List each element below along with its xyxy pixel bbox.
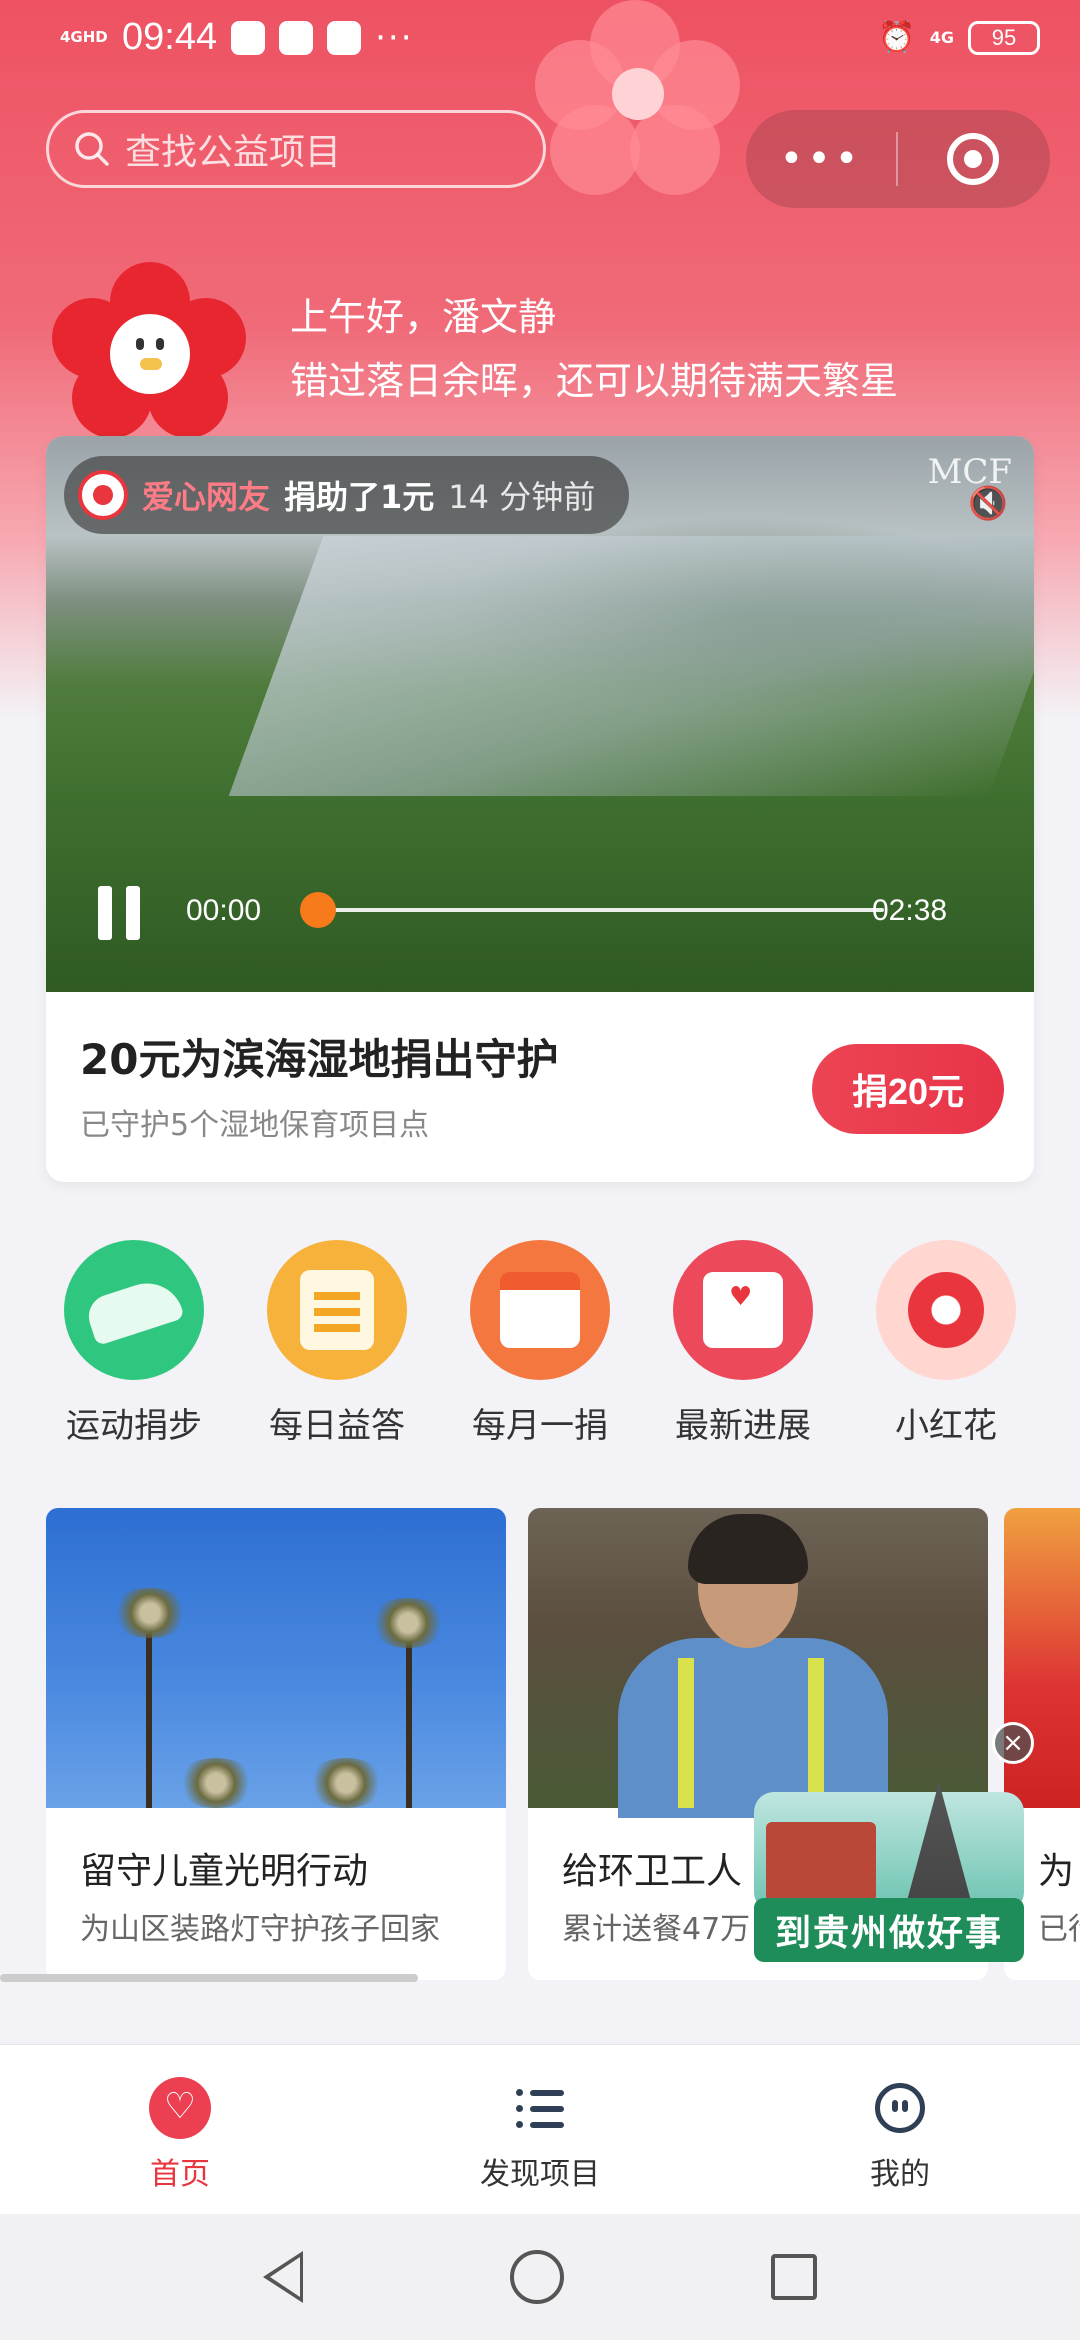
wetland-video[interactable]: 爱心网友 捐助了1元 14 分钟前 MCF 🔇 00:00 02:38 [46, 436, 1034, 992]
home-icon[interactable] [509, 2250, 564, 2304]
tab-discover-label: 发现项目 [480, 2157, 600, 2192]
battery-icon: 95 [968, 20, 1040, 55]
video-progress-handle[interactable] [300, 892, 336, 928]
shoe-icon [64, 1240, 204, 1380]
video-current-time: 00:00 [186, 894, 262, 927]
quick-entry-label: 最新进展 [675, 1406, 811, 1446]
mascot-flower-icon [48, 262, 248, 442]
donation-ticker: 爱心网友 捐助了1元 14 分钟前 [64, 456, 630, 534]
carousel-scroll-indicator [0, 1974, 418, 1982]
signal-4g-icon: 4G [929, 27, 954, 47]
tab-discover[interactable]: 发现项目 [360, 2045, 720, 2214]
donate-button[interactable]: 捐20元 [812, 1044, 1004, 1134]
close-icon[interactable]: × [992, 1722, 1034, 1764]
project-image [46, 1508, 506, 1808]
project-card-subtitle: 累计送餐47万 [562, 1912, 751, 1947]
mute-icon[interactable]: 🔇 [968, 484, 1008, 524]
guizhou-promo-banner[interactable]: 到贵州做好事 × [754, 1722, 1034, 1972]
donor-name: 爱心网友 [142, 478, 271, 516]
search-input[interactable]: 查找公益项目 [46, 110, 546, 188]
tab-home[interactable]: ♡ 首页 [0, 2045, 360, 2214]
guizhou-scene-image [754, 1782, 1024, 1912]
quick-entry-red-flower[interactable]: 小红花 [858, 1240, 1034, 1447]
project-title: 20元为滨海湿地捐出守护 [80, 1035, 559, 1084]
donor-time: 14 分钟前 [448, 478, 596, 516]
status-bar: 4GHD 09:44 ··· ⏰ 4G 95 [0, 0, 1080, 86]
greeting-title: 上午好，潘文静 [290, 295, 557, 339]
project-card-subtitle: 已行 [1038, 1912, 1080, 1947]
project-subtitle: 已守护5个湿地保育项目点 [80, 1108, 430, 1143]
app-notification-icon [231, 20, 266, 55]
close-miniprogram-button[interactable] [898, 133, 1048, 185]
greeting-subtitle: 错过落日余晖，还可以期待满天繁星 [290, 359, 899, 403]
quick-entry-label: 小红花 [895, 1406, 997, 1446]
profile-icon [875, 2083, 925, 2133]
guizhou-promo-text: 到贵州做好事 [754, 1898, 1024, 1962]
quick-entry-daily-quiz[interactable]: 每日益答 [249, 1240, 425, 1447]
quick-entry-latest-progress[interactable]: 最新进展 [655, 1240, 831, 1447]
list-icon [516, 2087, 564, 2129]
bottom-navigation: ♡ 首页 发现项目 我的 [0, 2044, 1080, 2214]
project-card[interactable]: 留守儿童光明行动 为山区装路灯守护孩子回家 [46, 1508, 506, 1980]
tab-home-label: 首页 [150, 2157, 210, 2192]
calendar-icon [470, 1240, 610, 1380]
quick-entry-step-donation[interactable]: 运动捐步 [46, 1240, 222, 1447]
target-icon [947, 133, 999, 185]
recent-apps-icon[interactable] [770, 2254, 817, 2300]
video-water-area [228, 536, 1034, 796]
back-icon[interactable] [263, 2251, 304, 2303]
project-card-title: 为 [1038, 1851, 1075, 1892]
quiz-sheet-icon [267, 1240, 407, 1380]
tab-me-label: 我的 [870, 2157, 930, 2192]
quick-entry-monthly-donation[interactable]: 每月一捐 [452, 1240, 628, 1447]
project-card-title: 给环卫工人 [562, 1851, 743, 1892]
video-progress-bar[interactable] [300, 892, 884, 928]
more-notifications-icon: ··· [375, 17, 414, 58]
video-total-time: 02:38 [872, 894, 948, 927]
red-flower-icon [876, 1240, 1016, 1380]
alarm-icon: ⏰ [878, 20, 916, 55]
donor-action: 捐助了1元 [284, 478, 435, 516]
project-card-subtitle: 为山区装路灯守护孩子回家 [80, 1912, 440, 1947]
featured-project-card[interactable]: 爱心网友 捐助了1元 14 分钟前 MCF 🔇 00:00 02:38 20元为… [46, 436, 1034, 1182]
miniprogram-capsule: ••• [746, 110, 1050, 208]
inbox-heart-icon [673, 1240, 813, 1380]
quick-entry-label: 每月一捐 [472, 1406, 608, 1446]
quick-entry-row: 运动捐步 每日益答 每月一捐 最新进展 小红花 [46, 1240, 1034, 1447]
quick-entry-label: 每日益答 [269, 1406, 405, 1446]
tab-me[interactable]: 我的 [720, 2045, 1080, 2214]
search-placeholder: 查找公益项目 [125, 132, 342, 173]
donor-avatar [78, 470, 128, 520]
clock: 09:44 [122, 16, 218, 58]
network-indicator: 4GHD [60, 28, 108, 46]
pause-button[interactable] [98, 886, 142, 940]
quick-entry-label: 运动捐步 [66, 1406, 202, 1446]
search-icon [75, 132, 109, 166]
home-heart-icon: ♡ [149, 2077, 211, 2139]
system-navigation-bar [0, 2214, 1080, 2340]
message-notification-icon [327, 20, 362, 55]
chat-notification-icon [279, 20, 314, 55]
project-card-title: 留守儿童光明行动 [80, 1851, 369, 1892]
more-icon[interactable]: ••• [746, 136, 896, 182]
